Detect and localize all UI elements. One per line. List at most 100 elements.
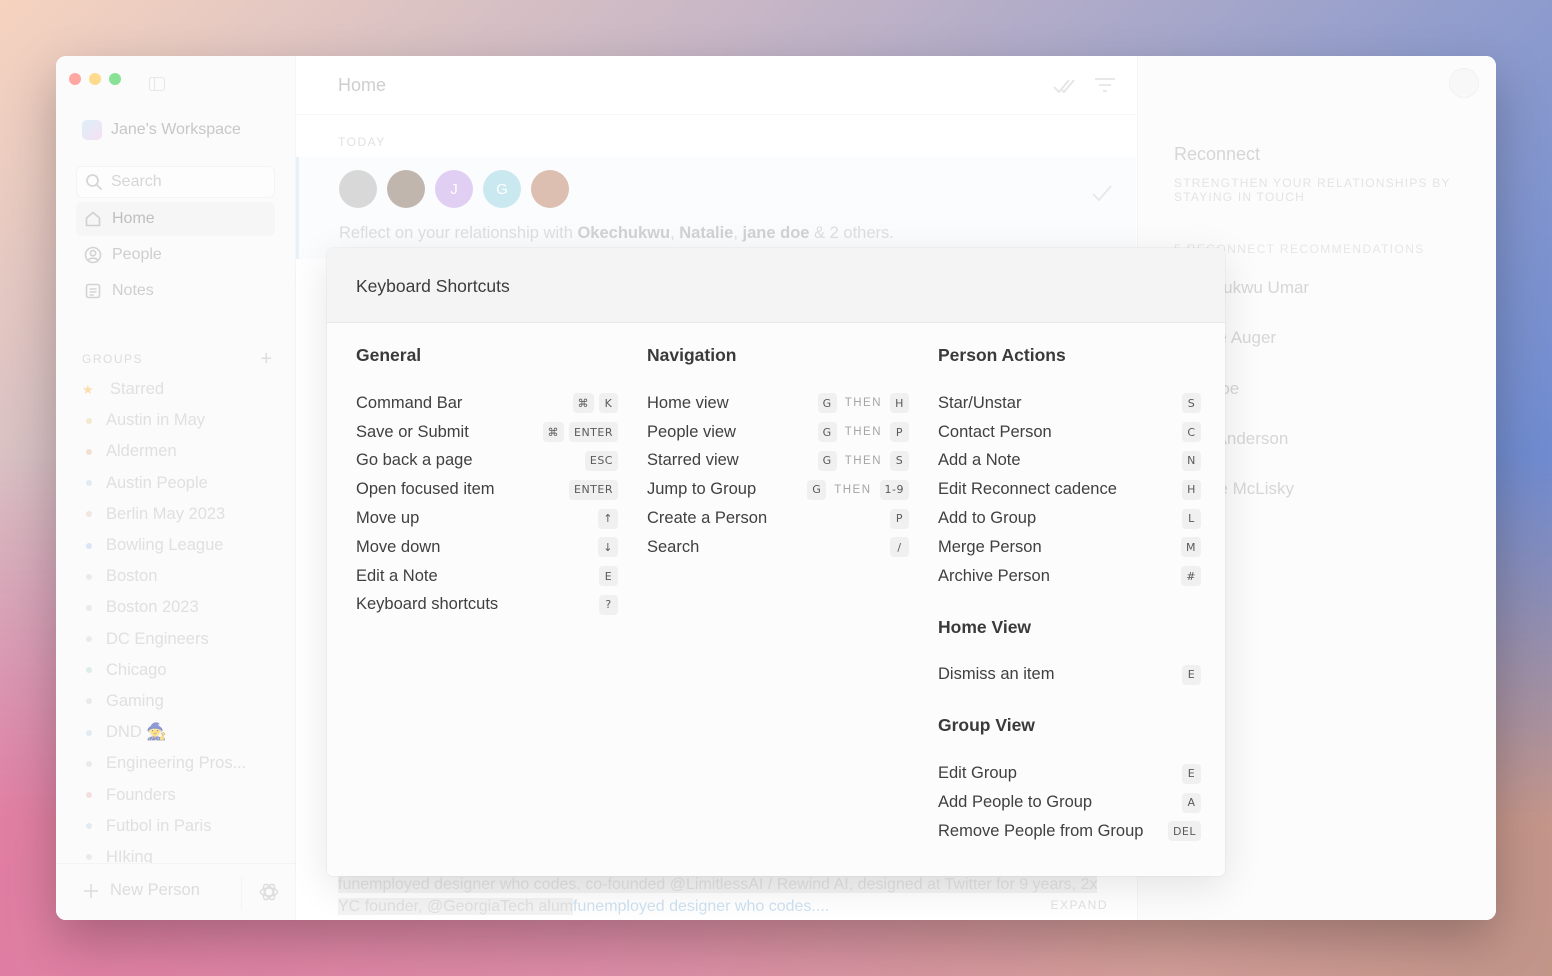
section-title: General	[356, 345, 422, 365]
then-label: THEN	[834, 483, 872, 496]
shortcut-label: Create a Person	[647, 509, 768, 528]
key-cap: M	[1181, 537, 1201, 558]
key-cap: H	[890, 393, 909, 414]
key-cap: ⌘	[572, 393, 594, 414]
key-cap: ⌘	[542, 422, 564, 443]
shortcut-keys: /	[890, 537, 909, 558]
general-section: General Command Bar ⌘ K Save or Submit ⌘ ENTE…	[356, 345, 618, 619]
shortcut-keys: S	[1182, 393, 1201, 414]
key-cap: ENTER	[569, 479, 618, 500]
shortcut-row: Go back a page ESC	[356, 447, 618, 476]
shortcut-row: Star/Unstar S	[938, 389, 1201, 418]
shortcut-row: People view G THEN P	[647, 418, 909, 447]
shortcut-label: Star/Unstar	[938, 393, 1022, 412]
key-cap: L	[1182, 508, 1201, 529]
shortcut-row: Edit Reconnect cadence H	[938, 475, 1201, 504]
shortcut-keys: E	[1182, 664, 1201, 685]
shortcut-keys: M	[1181, 537, 1201, 558]
shortcut-keys: G THEN P	[817, 422, 909, 443]
shortcut-keys: H	[1182, 479, 1201, 500]
shortcut-label: Starred view	[647, 451, 739, 470]
shortcut-label: Search	[647, 537, 700, 556]
modal-title: Keyboard Shortcuts	[356, 276, 510, 296]
shortcut-label: Command Bar	[356, 393, 463, 412]
shortcut-row: Add a Note N	[938, 447, 1201, 476]
shortcut-row: Jump to Group G THEN 1-9	[647, 475, 909, 504]
shortcut-keys: G THEN 1-9	[807, 479, 909, 500]
key-cap: E	[1182, 664, 1201, 685]
then-label: THEN	[844, 426, 882, 439]
shortcut-keys: E	[599, 566, 618, 587]
key-cap: E	[1182, 763, 1201, 784]
key-cap: K	[599, 393, 618, 414]
key-cap: ENTER	[569, 422, 618, 443]
key-cap: ↓	[598, 537, 618, 558]
shortcut-keys: P	[890, 508, 909, 529]
key-cap: ?	[599, 594, 618, 615]
then-label: THEN	[844, 454, 882, 467]
shortcut-keys: C	[1182, 422, 1201, 443]
shortcut-row: Contact Person C	[938, 418, 1201, 447]
key-cap: ↑	[598, 508, 618, 529]
shortcut-list: Star/Unstar S Contact Person C Add a Note N Ed…	[938, 389, 1201, 591]
shortcut-label: Move down	[356, 537, 441, 556]
shortcut-keys: ⌘ K	[572, 393, 618, 414]
key-cap: G	[807, 479, 827, 500]
shortcut-label: Edit a Note	[356, 566, 438, 585]
shortcut-keys: ⌘ ENTER	[542, 422, 618, 443]
keyboard-shortcuts-modal: Keyboard Shortcuts General Command Bar ⌘ K…	[327, 248, 1225, 876]
then-label: THEN	[844, 397, 882, 410]
shortcut-keys: A	[1182, 792, 1201, 813]
key-cap: S	[890, 450, 909, 471]
shortcut-row: Starred view G THEN S	[647, 447, 909, 476]
key-cap: G	[817, 450, 837, 471]
shortcut-label: Open focused item	[356, 480, 495, 499]
navigation-section: Navigation Home view G THEN H People view G TH…	[647, 345, 909, 562]
shortcut-list: Dismiss an item E	[938, 661, 1201, 690]
key-cap: A	[1182, 792, 1201, 813]
shortcut-row: Open focused item ENTER	[356, 475, 618, 504]
shortcut-row: Save or Submit ⌘ ENTER	[356, 418, 618, 447]
shortcut-row: Home view G THEN H	[647, 389, 909, 418]
shortcut-label: Edit Group	[938, 764, 1017, 783]
shortcut-label: Remove People from Group	[938, 821, 1144, 840]
key-cap: N	[1182, 450, 1201, 471]
shortcut-list: Edit Group E Add People to Group A Remove Pe…	[938, 759, 1201, 845]
key-cap: C	[1182, 422, 1201, 443]
section-title: Group View	[938, 715, 1035, 736]
section-title: Person Actions	[938, 345, 1066, 365]
shortcut-label: Jump to Group	[647, 480, 757, 499]
shortcut-row: Search /	[647, 533, 909, 562]
modal-header: Keyboard Shortcuts	[327, 248, 1225, 323]
shortcut-row: Dismiss an item E	[938, 661, 1201, 690]
app-window: Jane's Workspace Search Home People Note…	[56, 56, 1496, 920]
shortcut-row: Add to Group L	[938, 504, 1201, 533]
shortcut-keys: E	[1182, 763, 1201, 784]
shortcut-keys: #	[1181, 566, 1201, 587]
shortcut-keys: G THEN S	[817, 450, 909, 471]
key-cap: #	[1181, 566, 1201, 587]
shortcut-row: Create a Person P	[647, 504, 909, 533]
shortcut-row: Archive Person #	[938, 562, 1201, 591]
shortcut-keys: ?	[599, 594, 618, 615]
shortcut-label: Merge Person	[938, 537, 1042, 556]
shortcut-label: Keyboard shortcuts	[356, 595, 499, 614]
shortcut-keys: ↑	[598, 508, 618, 529]
key-cap: 1-9	[879, 479, 909, 500]
key-cap: P	[890, 508, 909, 529]
shortcut-row: Keyboard shortcuts?	[356, 591, 618, 620]
shortcut-label: Dismiss an item	[938, 665, 1055, 684]
shortcut-label: Edit Reconnect cadence	[938, 480, 1117, 499]
shortcut-label: People view	[647, 422, 736, 441]
shortcut-row: Remove People from Group DEL	[938, 817, 1201, 846]
key-cap: /	[890, 537, 909, 558]
shortcut-keys: ENTER	[569, 479, 618, 500]
shortcut-keys: G THEN H	[817, 393, 909, 414]
shortcut-row: Add People to Group A	[938, 788, 1201, 817]
shortcut-keys: DEL	[1167, 821, 1201, 842]
shortcut-keys: L	[1182, 508, 1201, 529]
shortcut-label: Go back a page	[356, 451, 473, 470]
shortcut-keys: ESC	[584, 450, 618, 471]
